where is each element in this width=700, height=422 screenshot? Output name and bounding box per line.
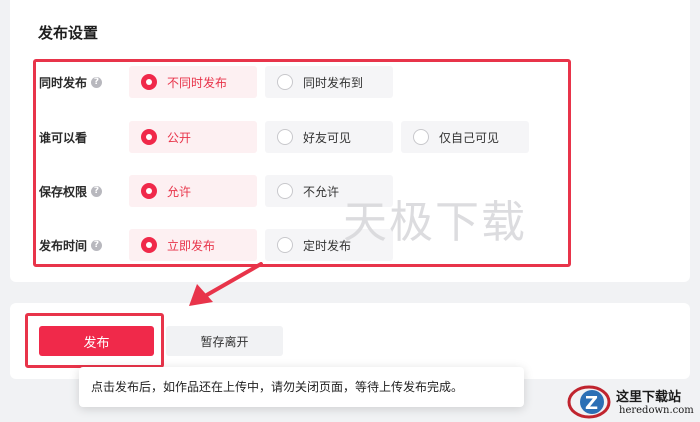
site-logo: Z 这里下载站 heredown.com (567, 384, 697, 420)
heredown-logo-icon: Z (567, 385, 611, 419)
publish-button[interactable]: 发布 (39, 326, 154, 356)
section-title: 发布设置 (38, 24, 99, 42)
watermark: 天极下载 (343, 197, 527, 248)
svg-text:Z: Z (585, 393, 598, 414)
save-draft-button[interactable]: 暂存离开 (166, 326, 283, 356)
annotation-arrow-icon (189, 262, 263, 306)
logo-name: 这里下载站 (616, 390, 682, 405)
upload-tooltip: 点击发布后，如作品还在上传中，请勿关闭页面，等待上传发布完成。 (79, 367, 524, 407)
logo-domain: heredown.com (619, 405, 694, 416)
